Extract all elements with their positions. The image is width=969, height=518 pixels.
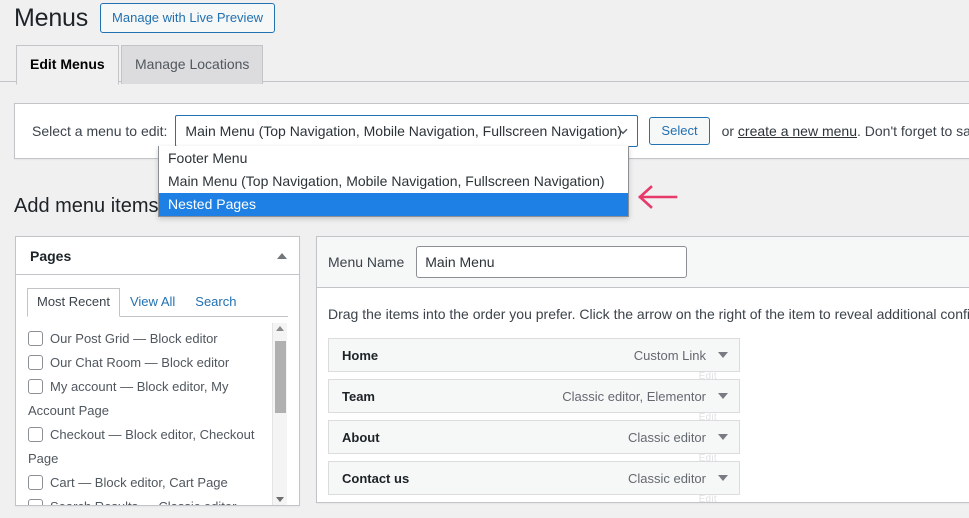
page-item-title: Search Results: [50, 499, 138, 505]
select-menu-button[interactable]: Select: [649, 117, 710, 145]
list-item[interactable]: My account — Block editor, My Account Pa…: [28, 375, 269, 423]
menu-item-type: Custom Link: [633, 347, 706, 363]
page-item-label[interactable]: Our Chat Room — Block editor: [28, 355, 229, 370]
list-item[interactable]: Our Post Grid — Block editor: [28, 327, 269, 351]
inner-tab-most-recent[interactable]: Most Recent: [27, 288, 120, 317]
page-item-meta: — Block editor, Cart Page: [78, 475, 228, 490]
menu-name-row: Menu Name: [317, 237, 969, 288]
tab-manage-locations[interactable]: Manage Locations: [121, 45, 264, 84]
menu-name-label: Menu Name: [328, 254, 405, 270]
menu-item-row[interactable]: About Classic editor Edit: [328, 420, 740, 464]
dropdown-option-nested-pages[interactable]: Nested Pages: [159, 193, 628, 216]
checkbox-icon[interactable]: [28, 331, 43, 346]
page-item-label[interactable]: Cart — Block editor, Cart Page: [28, 475, 228, 490]
menu-select-options-list[interactable]: Footer Menu Main Menu (Top Navigation, M…: [158, 146, 629, 217]
page-title: Menus: [14, 4, 89, 32]
list-item[interactable]: Checkout — Block editor, Checkout Page: [28, 423, 269, 471]
menu-item-type: Classic editor, Elementor: [562, 388, 706, 404]
pages-list-container: Our Post Grid — Block editor Our Chat Ro…: [28, 317, 287, 505]
hint-prefix: or: [721, 123, 738, 139]
page-item-meta: — Block editor: [133, 331, 218, 346]
checkbox-icon[interactable]: [28, 475, 43, 490]
checkbox-icon[interactable]: [28, 499, 43, 505]
menu-item-title: Team: [342, 388, 375, 404]
menu-item-title: Home: [342, 347, 379, 363]
inner-tab-search[interactable]: Search: [185, 288, 246, 317]
select-menu-label: Select a menu to edit:: [32, 123, 168, 139]
scroll-down-arrow-icon[interactable]: [276, 497, 284, 502]
page-item-title: My account: [50, 379, 117, 394]
menu-select-value: Main Menu (Top Navigation, Mobile Naviga…: [185, 123, 622, 139]
menu-select-dropdown[interactable]: Main Menu (Top Navigation, Mobile Naviga…: [175, 115, 639, 147]
list-item[interactable]: Cart — Block editor, Cart Page: [28, 471, 269, 495]
checkbox-icon[interactable]: [28, 427, 43, 442]
pages-inner-tabs: Most Recent View All Search: [27, 288, 288, 317]
menu-item-title: About: [342, 429, 380, 445]
create-menu-hint: or create a new menu. Don't forget to sa…: [722, 123, 969, 139]
scrollbar-thumb[interactable]: [275, 341, 286, 413]
scroll-up-arrow-icon[interactable]: [276, 326, 284, 331]
checkbox-icon[interactable]: [28, 355, 43, 370]
page-item-label[interactable]: Checkout — Block editor, Checkout Page: [28, 427, 255, 466]
checkbox-icon[interactable]: [28, 379, 43, 394]
add-menu-items-heading: Add menu items: [14, 195, 159, 217]
pages-accordion-panel: Pages Most Recent View All Search Our Po…: [15, 236, 300, 506]
page-item-label[interactable]: My account — Block editor, My Account Pa…: [28, 379, 228, 418]
page-item-meta: — Block editor: [144, 355, 230, 370]
menu-item-title: Contact us: [342, 470, 410, 486]
hint-suffix: . Don't forget to save you: [856, 123, 969, 139]
dropdown-option-main-menu[interactable]: Main Menu (Top Navigation, Mobile Naviga…: [159, 170, 628, 193]
menu-item-row[interactable]: Home Custom Link Edit: [328, 338, 740, 382]
pages-list-scrollbar[interactable]: [272, 323, 287, 505]
wp-menus-admin-screen: Menus Manage with Live Preview Edit Menu…: [0, 0, 969, 518]
list-item[interactable]: Search Results — Classic editor: [28, 495, 269, 505]
inner-tab-view-all[interactable]: View All: [120, 288, 185, 317]
create-a-new-menu-link[interactable]: create a new menu: [738, 123, 857, 139]
page-item-label[interactable]: Our Post Grid — Block editor: [28, 331, 218, 346]
menu-item-row[interactable]: Contact us Classic editor Edit: [328, 461, 740, 505]
page-item-label[interactable]: Search Results — Classic editor: [28, 499, 236, 505]
page-item-title: Cart: [50, 475, 75, 490]
chevron-down-icon[interactable]: [718, 393, 728, 399]
menu-structure-panel: Menu Name Drag the items into the order …: [316, 236, 969, 505]
menu-item-type: Classic editor: [627, 470, 706, 486]
menu-name-input[interactable]: [416, 246, 688, 278]
list-item[interactable]: Our Chat Room — Block editor: [28, 351, 269, 375]
chevron-down-icon[interactable]: [718, 475, 728, 481]
menu-structure-instructions: Drag the items into the order you prefer…: [328, 306, 969, 322]
page-item-title: Checkout: [50, 427, 105, 442]
nav-tab-wrapper: Edit Menus Manage Locations: [0, 45, 969, 85]
chevron-down-icon[interactable]: [718, 352, 728, 358]
menu-items-list: Home Custom Link Edit Team Classic edito…: [328, 338, 969, 505]
chevron-up-icon[interactable]: [277, 252, 287, 259]
page-header: Menus Manage with Live Preview: [14, 2, 276, 34]
pages-accordion-title: Pages: [30, 247, 72, 264]
menu-item-type: Classic editor: [627, 429, 706, 445]
menu-item-row[interactable]: Team Classic editor, Elementor Edit: [328, 379, 740, 423]
tab-edit-menus[interactable]: Edit Menus: [16, 45, 119, 85]
left-arrow-annotation-icon: [634, 185, 678, 209]
chevron-down-icon[interactable]: [718, 434, 728, 440]
page-item-title: Our Post Grid: [50, 331, 130, 346]
manage-with-live-preview-button[interactable]: Manage with Live Preview: [100, 3, 276, 33]
pages-accordion-header[interactable]: Pages: [16, 237, 299, 275]
menu-item-edit-label[interactable]: Edit: [699, 494, 717, 505]
chevron-down-icon: [617, 125, 629, 137]
dropdown-option-footer-menu[interactable]: Footer Menu: [159, 147, 628, 170]
page-item-meta: — Classic editor: [142, 499, 237, 505]
pages-checkbox-list: Our Post Grid — Block editor Our Chat Ro…: [28, 327, 287, 505]
page-item-title: Our Chat Room: [50, 355, 142, 370]
